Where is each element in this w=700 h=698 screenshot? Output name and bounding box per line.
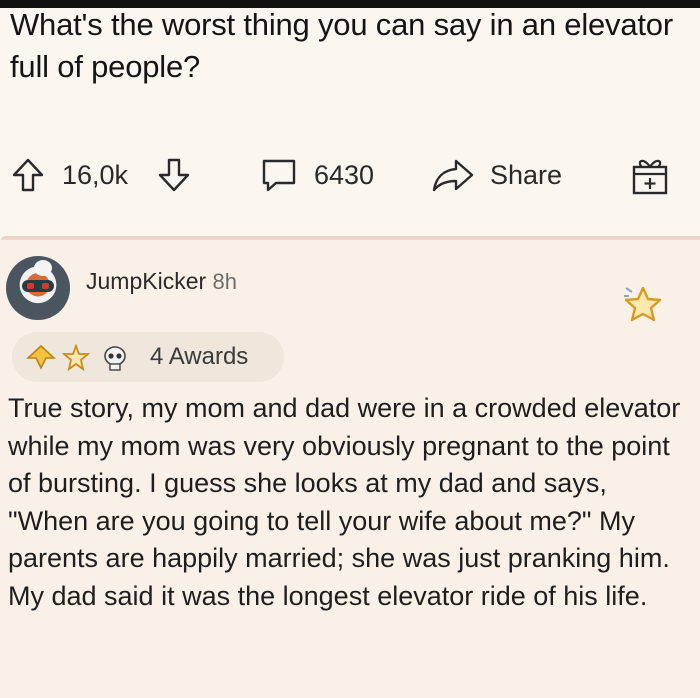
post-action-bar: 16,0k 6430 Share	[0, 150, 700, 200]
gold-award-icon	[25, 344, 57, 375]
upvote-count: 16,0k	[62, 159, 129, 190]
comment-author[interactable]: JumpKicker 8h	[86, 268, 237, 295]
share-button[interactable]: Share	[430, 150, 562, 200]
skull-icon	[100, 344, 130, 377]
username[interactable]: JumpKicker	[86, 268, 206, 294]
awards-badge[interactable]: 4 Awards	[12, 332, 284, 382]
arrow-up-icon	[8, 155, 48, 195]
comment-age: 8h	[212, 269, 238, 294]
share-arrow-icon	[430, 155, 476, 195]
comments-button[interactable]: 6430	[258, 150, 374, 200]
comment-count: 6430	[314, 159, 375, 190]
post-title: What's the worst thing you can say in an…	[10, 7, 673, 84]
downvote-button[interactable]	[154, 150, 194, 200]
arrow-down-icon	[154, 155, 194, 195]
award-button[interactable]	[628, 150, 672, 200]
vote-count: 16,0k	[62, 150, 128, 200]
share-label: Share	[490, 159, 563, 190]
upvote-button[interactable]	[8, 150, 48, 200]
gift-award-icon	[628, 153, 672, 197]
comment-body: True story, my mom and dad were in a cro…	[8, 393, 681, 611]
avatar[interactable]	[6, 256, 70, 320]
comment-bubble-icon	[258, 155, 300, 195]
awards-label: 4 Awards	[150, 343, 249, 370]
star-icon[interactable]	[620, 282, 666, 333]
star-icon	[61, 343, 91, 377]
